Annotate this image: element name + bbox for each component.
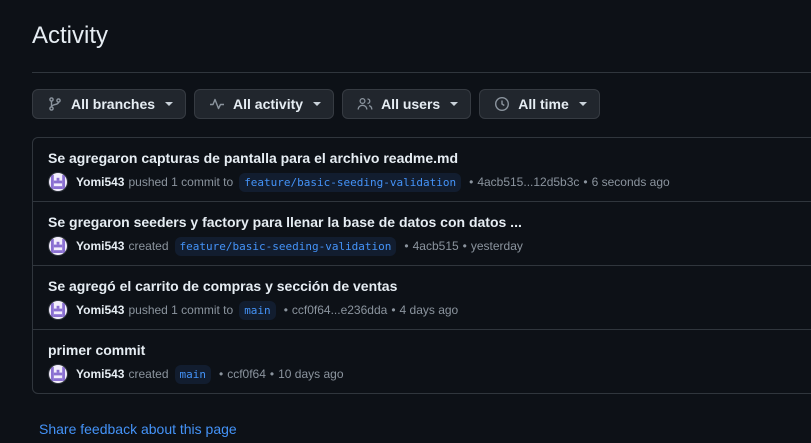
separator-dot: •	[269, 367, 275, 381]
branch-label[interactable]: feature/basic-seeding-validation	[174, 236, 397, 256]
avatar[interactable]	[48, 300, 68, 320]
chevron-down-icon	[450, 102, 459, 106]
pulse-icon	[209, 96, 225, 112]
git-branch-icon	[47, 96, 63, 112]
user-link[interactable]: Yomi543	[76, 175, 124, 189]
time-filter-label: All time	[518, 96, 569, 112]
time-filter-button[interactable]: All time	[479, 89, 600, 119]
chevron-down-icon	[313, 102, 322, 106]
feedback-link[interactable]: Share feedback about this page	[39, 421, 237, 437]
activity-action: pushed 1 commit to	[128, 303, 234, 317]
branch-label[interactable]: feature/basic-seeding-validation	[239, 172, 462, 192]
activity-time: 4 days ago	[399, 303, 459, 317]
activity-title[interactable]: primer commit	[48, 342, 145, 358]
header-divider	[32, 72, 811, 73]
separator-dot: •	[283, 303, 288, 317]
filter-bar: All branches All activity All users All …	[32, 89, 600, 119]
user-link[interactable]: Yomi543	[76, 367, 124, 381]
activity-title[interactable]: Se agregó el carrito de compras y secció…	[48, 278, 397, 294]
activity-meta: Yomi543 created main • ccf0f64 • 10 days…	[48, 364, 344, 384]
activity-filter-label: All activity	[233, 96, 304, 112]
activity-list: Se agregaron capturas de pantalla para e…	[32, 137, 811, 394]
activity-time: yesterday	[470, 239, 523, 253]
branch-label[interactable]: main	[174, 364, 211, 384]
activity-action: created	[128, 239, 169, 253]
separator-dot: •	[219, 367, 224, 381]
commit-link[interactable]: 4acb515...12d5b3c	[477, 175, 579, 189]
activity-filter-button[interactable]: All activity	[194, 89, 335, 119]
activity-meta: Yomi543 pushed 1 commit to main • ccf0f6…	[48, 300, 458, 320]
separator-dot: •	[404, 239, 409, 253]
activity-item: Se agregaron capturas de pantalla para e…	[33, 138, 811, 202]
users-filter-button[interactable]: All users	[342, 89, 472, 119]
commit-link[interactable]: ccf0f64...e236dda	[292, 303, 387, 317]
activity-item: Se gregaron seeders y factory para llena…	[33, 202, 811, 266]
activity-meta: Yomi543 created feature/basic-seeding-va…	[48, 236, 523, 256]
commit-link[interactable]: 4acb515	[413, 239, 459, 253]
activity-time: 6 seconds ago	[591, 175, 670, 189]
avatar[interactable]	[48, 236, 68, 256]
separator-dot: •	[462, 239, 467, 253]
activity-meta: Yomi543 pushed 1 commit to feature/basic…	[48, 172, 670, 192]
activity-action: created	[128, 367, 169, 381]
activity-title[interactable]: Se agregaron capturas de pantalla para e…	[48, 150, 458, 166]
separator-dot: •	[469, 175, 474, 189]
commit-link[interactable]: ccf0f64	[227, 367, 266, 381]
activity-page: Activity All branches All activity All u…	[0, 0, 811, 443]
separator-dot: •	[391, 303, 396, 317]
avatar[interactable]	[48, 364, 68, 384]
branches-filter-button[interactable]: All branches	[32, 89, 187, 119]
chevron-down-icon	[165, 102, 174, 106]
activity-time: 10 days ago	[278, 367, 344, 381]
branch-label[interactable]: main	[239, 300, 276, 320]
activity-action: pushed 1 commit to	[128, 175, 234, 189]
avatar[interactable]	[48, 172, 68, 192]
clock-icon	[494, 96, 510, 112]
people-icon	[357, 96, 373, 112]
activity-title[interactable]: Se gregaron seeders y factory para llena…	[48, 214, 522, 230]
user-link[interactable]: Yomi543	[76, 239, 124, 253]
chevron-down-icon	[578, 102, 587, 106]
activity-item: Se agregó el carrito de compras y secció…	[33, 266, 811, 330]
users-filter-label: All users	[381, 96, 441, 112]
separator-dot: •	[583, 175, 588, 189]
activity-item: primer commit Yomi543 created main • ccf…	[33, 330, 811, 393]
branches-filter-label: All branches	[71, 96, 156, 112]
user-link[interactable]: Yomi543	[76, 303, 124, 317]
page-title: Activity	[32, 22, 109, 49]
